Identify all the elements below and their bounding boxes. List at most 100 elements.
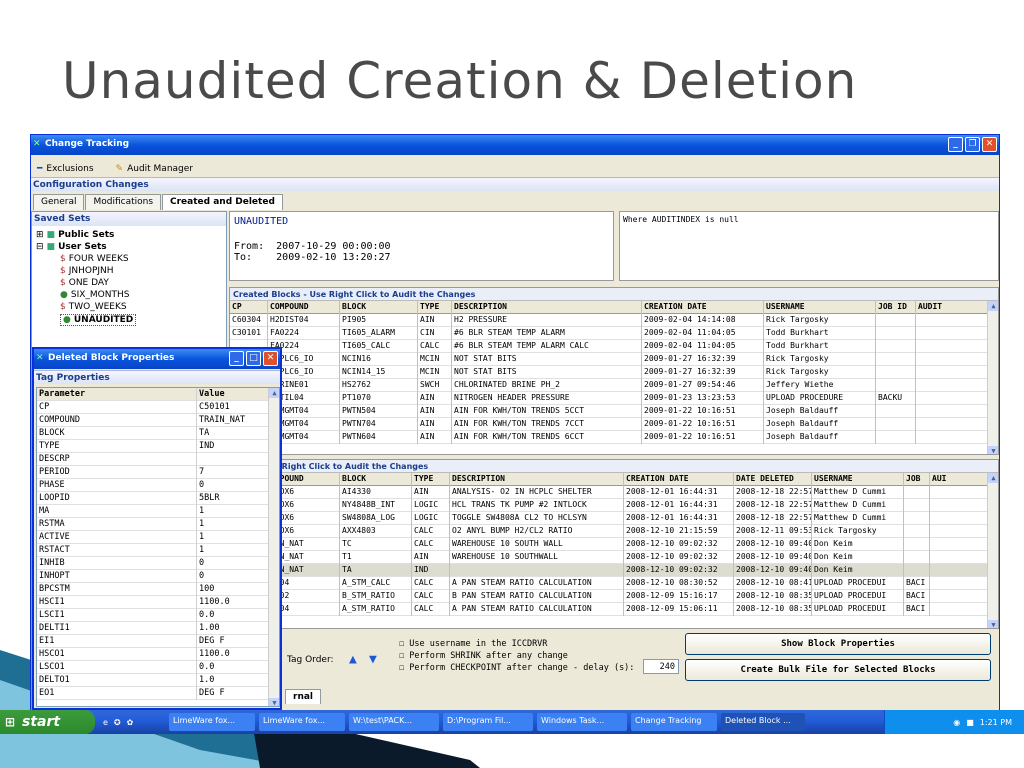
column-header[interactable]: COMPOUND xyxy=(268,301,340,314)
arrow-up-icon[interactable]: ▲ xyxy=(349,652,357,667)
property-row[interactable]: RSTACT 1 xyxy=(37,544,279,557)
task-item-active[interactable]: Deleted Block ... xyxy=(721,713,805,731)
property-row[interactable]: CP C50101 xyxy=(37,401,279,414)
perform-checkpoint-option[interactable]: ☐ Perform CHECKPOINT after change - dela… xyxy=(399,663,634,673)
column-header[interactable]: TYPE xyxy=(412,473,450,486)
start-button[interactable]: ⊞ start xyxy=(0,710,95,734)
property-row[interactable]: DELTO1 1.0 xyxy=(37,674,279,687)
table-row[interactable]: 1_PLC6_IO NCIN14_15 MCIN NOT STAT BITS 2009-… xyxy=(230,366,998,379)
property-row[interactable]: EO1 DEG F xyxy=(37,687,279,700)
property-row[interactable]: LOOPID 5BLR xyxy=(37,492,279,505)
table-row[interactable]: AIN_NAT TA IND 2008-12-10 09:02:32 2008-12-1… xyxy=(230,564,998,577)
column-header[interactable]: CREATION DATE xyxy=(642,301,764,314)
tree-user-sets[interactable]: ⊟ ■ User Sets xyxy=(36,242,107,252)
property-row[interactable]: EI1 DEG F xyxy=(37,635,279,648)
task-item[interactable]: Change Tracking xyxy=(631,713,717,731)
collapse-icon[interactable]: ⊟ xyxy=(36,242,44,252)
column-header[interactable]: BLOCK xyxy=(340,301,418,314)
column-header[interactable]: CP xyxy=(230,301,268,314)
column-header[interactable]: AUDIT xyxy=(916,301,988,314)
property-row[interactable]: INHIB 0 xyxy=(37,557,279,570)
task-item[interactable]: W:\test\PACK... xyxy=(349,713,439,731)
close-button[interactable]: ✕ xyxy=(982,137,997,152)
property-row[interactable]: BPCSTM 100 xyxy=(37,583,279,596)
property-row[interactable]: PHASE 0 xyxy=(37,479,279,492)
table-row[interactable]: 2_MGMT04 PWTN704 AIN AIN FOR KWH/TON TRENDS… xyxy=(230,418,998,431)
task-item[interactable]: D:\Program Fil... xyxy=(443,713,533,731)
arrow-down-icon[interactable]: ▼ xyxy=(369,652,377,667)
table-row[interactable]: AN02B_STM_RATIOCALCB PAN STEAM RATIO CAL… xyxy=(230,590,998,603)
use-username-option[interactable]: ☐ Use username in the ICCDRVR xyxy=(399,639,547,649)
perform-shrink-option[interactable]: ☐ Perform SHRINK after any change xyxy=(399,651,568,661)
property-row[interactable]: TYPE IND xyxy=(37,440,279,453)
table-row[interactable]: AIN_NAT T1 AIN WAREHOUSE 10 SOUTHWALL 2008-1… xyxy=(230,551,998,564)
tab-general[interactable]: General xyxy=(33,194,85,210)
create-bulk-file-button[interactable]: Create Bulk File for Selected Blocks xyxy=(685,659,991,681)
properties-scrollbar[interactable]: ▲ ▼ xyxy=(268,388,279,706)
table-row[interactable]: _FOX6 AI4330 AIN ANALYSIS- O2 IN HCPLC SHEL… xyxy=(230,486,998,499)
deleted-scrollbar[interactable]: ▲ ▼ xyxy=(987,473,998,628)
column-header[interactable]: DESCRIPTION xyxy=(452,301,642,314)
ie-icon[interactable]: e xyxy=(103,718,108,727)
table-row[interactable]: AN04A_STM_RATIOCALCA PAN STEAM RATIO CAL… xyxy=(230,603,998,616)
audit-manager-button[interactable]: ✎ Audit Manager xyxy=(116,161,193,176)
tab-created-deleted[interactable]: Created and Deleted xyxy=(162,194,283,210)
property-row[interactable]: MA 1 xyxy=(37,505,279,518)
column-header[interactable]: USERNAME xyxy=(812,473,904,486)
table-row[interactable]: AN04A_STM_CALCCALCA PAN STEAM RATIO CALC… xyxy=(230,577,998,590)
task-item[interactable]: LimeWare fox... xyxy=(259,713,345,731)
created-scrollbar[interactable]: ▲ ▼ xyxy=(987,301,998,454)
minimize-button[interactable]: _ xyxy=(948,137,963,152)
task-item[interactable]: Windows Task... xyxy=(537,713,627,731)
tree-item[interactable]: $ FOUR WEEKS xyxy=(60,254,129,264)
exclusions-button[interactable]: ━ Exclusions xyxy=(37,161,94,176)
tree-public-sets[interactable]: ⊞ ■ Public Sets xyxy=(36,230,114,240)
column-header[interactable]: USERNAME xyxy=(764,301,876,314)
table-row[interactable]: _FOX6 NY4848B_INT LOGIC HCL TRANS TK PUMP #… xyxy=(230,499,998,512)
column-header[interactable]: DATE DELETED xyxy=(734,473,812,486)
tree-item[interactable]: $ ONE DAY xyxy=(60,278,109,288)
column-header[interactable]: JOB ID xyxy=(876,301,916,314)
tree-item[interactable]: $ TWO_WEEKS xyxy=(60,302,127,312)
app-icon[interactable]: ✿ xyxy=(127,718,134,727)
column-header[interactable]: JOB xyxy=(904,473,930,486)
property-row[interactable]: LSCI1 0.0 xyxy=(37,609,279,622)
maximize-button[interactable]: □ xyxy=(246,351,261,366)
tray-icon[interactable]: ◉ xyxy=(953,718,960,727)
column-header[interactable]: BLOCK xyxy=(340,473,412,486)
restore-button[interactable]: ❐ xyxy=(965,137,980,152)
table-row[interactable]: _FOX6 SW4808A_LOG LOGIC TOGGLE SW4808A CL2 … xyxy=(230,512,998,525)
created-blocks-grid[interactable]: Created Blocks - Use Right Click to Audi… xyxy=(229,287,999,455)
column-header[interactable]: TYPE xyxy=(418,301,452,314)
tray-icon[interactable]: ■ xyxy=(966,718,974,727)
expand-icon[interactable]: ⊞ xyxy=(36,230,44,240)
tab-journal[interactable]: rnal xyxy=(285,689,322,704)
property-row[interactable]: RSTMA 1 xyxy=(37,518,279,531)
table-row[interactable]: 2_MGMT04 PWTN604 AIN AIN FOR KWH/TON TRENDS… xyxy=(230,431,998,444)
property-row[interactable]: HSCI1 1100.0 xyxy=(37,596,279,609)
tree-item[interactable]: ● SIX_MONTHS xyxy=(60,290,129,300)
property-row[interactable]: BLOCK TA xyxy=(37,427,279,440)
minimize-button[interactable]: _ xyxy=(229,351,244,366)
property-row[interactable]: PERIOD 7 xyxy=(37,466,279,479)
task-item[interactable]: LimeWare fox... xyxy=(169,713,255,731)
column-header[interactable]: DESCRIPTION xyxy=(450,473,624,486)
column-header[interactable]: CREATION DATE xyxy=(624,473,734,486)
table-row[interactable]: 2UTIL04 PT1070 AIN NITROGEN HEADER PRESSURE… xyxy=(230,392,998,405)
app-icon[interactable]: ✪ xyxy=(114,718,121,727)
table-row[interactable]: 2BRINE01 HS2762 SWCH CHLORINATED BRINE PH_2… xyxy=(230,379,998,392)
property-row[interactable]: COMPOUND TRAIN_NAT xyxy=(37,414,279,427)
property-row[interactable]: INHOPT 0 xyxy=(37,570,279,583)
column-header[interactable]: AUI xyxy=(930,473,988,486)
delay-input[interactable]: 240 xyxy=(643,659,679,674)
deleted-blocks-grid[interactable]: ocks - Use Right Click to Audit the Chan… xyxy=(229,459,999,629)
property-row[interactable]: LSCO1 0.0 xyxy=(37,661,279,674)
property-row[interactable]: ACTIVE 1 xyxy=(37,531,279,544)
tab-modifications[interactable]: Modifications xyxy=(85,194,162,210)
show-block-properties-button[interactable]: Show Block Properties xyxy=(685,633,991,655)
property-row[interactable]: DELTI1 1.00 xyxy=(37,622,279,635)
where-clause-box[interactable]: Where AUDITINDEX is null xyxy=(619,211,999,281)
table-row[interactable]: AIN_NAT TC CALC WAREHOUSE 10 SOUTH WALL 2008… xyxy=(230,538,998,551)
tree-item-selected[interactable]: ● UNAUDITED xyxy=(60,314,137,326)
close-button[interactable]: ✕ xyxy=(263,351,278,366)
